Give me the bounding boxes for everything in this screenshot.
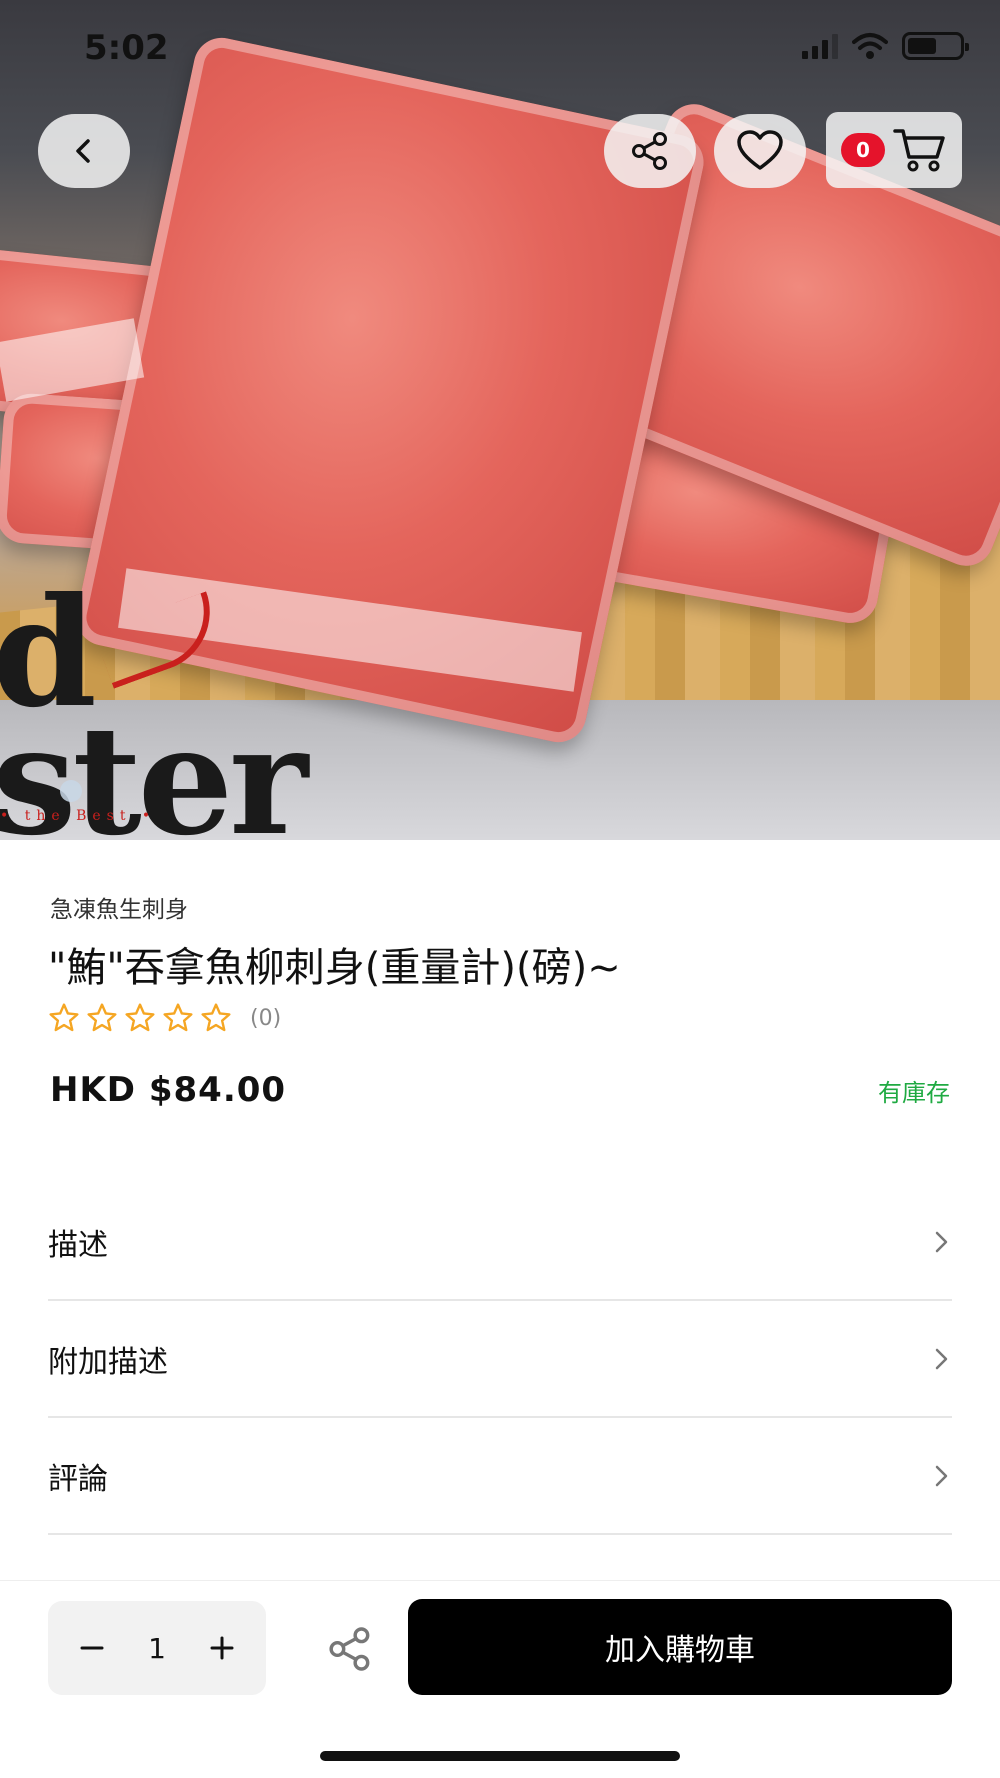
- shopping-cart-icon: [893, 129, 945, 172]
- section-additional-description[interactable]: 附加描述: [48, 1301, 952, 1418]
- rating-count: (0): [250, 1005, 282, 1031]
- heart-icon: [737, 130, 783, 170]
- image-watermark-logo: d ster: [0, 578, 308, 840]
- chevron-right-icon: [935, 1348, 948, 1369]
- decrement-button[interactable]: [72, 1628, 112, 1668]
- section-label: 評論: [48, 1461, 108, 1497]
- share-icon: [632, 132, 667, 170]
- star-empty-icon: [87, 1003, 117, 1032]
- status-time: 5:02: [84, 28, 169, 68]
- star-empty-icon: [201, 1003, 231, 1032]
- product-category: 急凍魚生刺身: [50, 897, 188, 923]
- section-reviews[interactable]: 評論: [48, 1418, 952, 1535]
- increment-button[interactable]: [202, 1628, 242, 1668]
- chevron-left-icon: [76, 139, 90, 163]
- star-empty-icon: [163, 1003, 193, 1032]
- rating-stars[interactable]: (0): [48, 1002, 281, 1034]
- battery-icon: [902, 32, 969, 60]
- section-description[interactable]: 描述: [48, 1184, 952, 1301]
- section-label: 描述: [48, 1227, 108, 1263]
- back-button[interactable]: [38, 114, 130, 188]
- minus-icon: [80, 1646, 104, 1650]
- chevron-right-icon: [935, 1465, 948, 1486]
- favorite-button[interactable]: [714, 114, 806, 188]
- add-to-cart-button[interactable]: 加入購物車: [408, 1599, 952, 1695]
- chevron-right-icon: [935, 1231, 948, 1252]
- wifi-icon: [852, 33, 888, 59]
- carousel-dot-active[interactable]: [60, 780, 82, 802]
- cart-count-badge: 0: [841, 133, 885, 167]
- logo-tagline: • the Best •: [0, 808, 157, 824]
- cellular-signal-icon: [802, 33, 838, 59]
- share-button[interactable]: [604, 114, 696, 188]
- cart-button[interactable]: 0: [826, 112, 962, 188]
- product-price: HKD $84.00: [50, 1070, 287, 1110]
- stock-status: 有庫存: [878, 1079, 950, 1107]
- plus-icon: [210, 1636, 234, 1660]
- bottom-action-bar: 1 加入購物車: [0, 1580, 1000, 1778]
- product-title: "鮪"吞拿魚柳刺身(重量計)(磅)~: [48, 945, 621, 991]
- status-icons: [802, 32, 969, 60]
- quantity-value[interactable]: 1: [148, 1632, 166, 1665]
- share-icon[interactable]: [326, 1625, 374, 1673]
- star-empty-icon: [125, 1003, 155, 1032]
- section-label: 附加描述: [48, 1344, 168, 1380]
- star-empty-icon: [49, 1003, 79, 1032]
- home-indicator[interactable]: [320, 1751, 680, 1761]
- quantity-stepper: 1: [48, 1601, 266, 1695]
